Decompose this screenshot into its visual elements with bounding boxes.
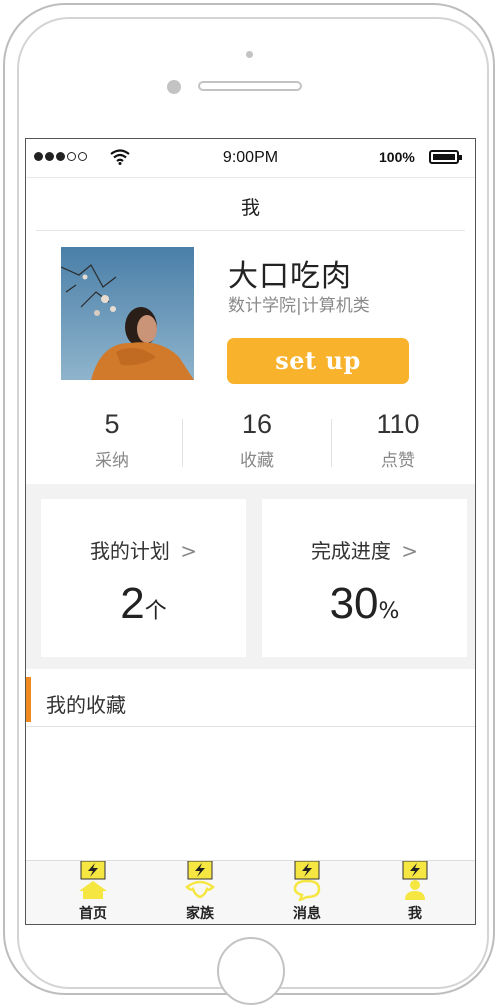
stat-value: 110	[376, 409, 420, 439]
card-title-text: 完成进度	[310, 539, 391, 563]
card-title: 我的计划 >	[41, 535, 246, 564]
tab-me[interactable]: 我	[383, 861, 447, 924]
status-bar: 9:00PM 100%	[26, 139, 475, 178]
battery-percent: 100%	[379, 149, 415, 165]
tab-label: 消息	[293, 906, 321, 922]
stat-favorites[interactable]: 16 收藏	[202, 409, 312, 471]
profile-name: 大口吃肉	[228, 259, 352, 294]
stat-label: 收藏	[240, 451, 274, 471]
tab-messages[interactable]: 消息	[275, 861, 339, 924]
card-value-number: 30	[329, 579, 379, 628]
proximity-sensor	[246, 51, 253, 58]
home-icon	[79, 861, 107, 899]
stat-label: 点赞	[381, 451, 415, 471]
card-value-number: 2	[120, 579, 145, 628]
tab-label: 我	[408, 906, 422, 922]
earpiece-speaker	[198, 81, 302, 91]
profile-department: 数计学院|计算机类	[228, 296, 370, 316]
home-button[interactable]	[217, 937, 285, 1005]
favorites-header[interactable]: 我的收藏	[26, 677, 475, 727]
tab-label: 家族	[186, 906, 214, 922]
favorites-accent-bar	[26, 677, 31, 722]
stat-likes[interactable]: 110 点赞	[343, 409, 453, 471]
avatar[interactable]	[61, 247, 194, 380]
me-icon	[402, 861, 428, 900]
setup-button[interactable]: set up	[227, 338, 409, 384]
family-icon	[185, 861, 215, 899]
tab-family[interactable]: 家族	[168, 861, 232, 924]
card-title: 完成进度 >	[262, 535, 467, 564]
chevron-right-icon: >	[401, 539, 419, 563]
stat-value: 5	[104, 409, 120, 439]
nav-divider	[36, 230, 465, 231]
battery-icon	[429, 150, 462, 164]
progress-card[interactable]: 完成进度 > 30%	[262, 499, 467, 657]
page-title: 我	[240, 197, 260, 219]
chevron-right-icon: >	[180, 539, 198, 563]
tab-label: 首页	[79, 906, 107, 922]
favorites-title: 我的收藏	[46, 693, 126, 717]
message-icon	[293, 861, 321, 901]
stat-value: 16	[241, 409, 273, 439]
screen: 9:00PM 100% 我 大口吃肉 数计学院|计算机类 set up 5 采纳…	[25, 138, 476, 925]
card-title-text: 我的计划	[89, 539, 170, 563]
tab-home[interactable]: 首页	[61, 861, 125, 924]
tab-bar: 首页 家族 消息 我	[26, 860, 475, 924]
my-plan-card[interactable]: 我的计划 > 2个	[41, 499, 246, 657]
stat-divider	[182, 419, 183, 467]
card-value-unit: %	[378, 599, 400, 624]
card-value: 2个	[41, 579, 246, 629]
card-value: 30%	[262, 579, 467, 629]
card-value-unit: 个	[144, 599, 167, 624]
stat-label: 采纳	[95, 451, 129, 471]
stat-divider	[331, 419, 332, 467]
stat-adopted[interactable]: 5 采纳	[57, 409, 167, 471]
front-camera	[167, 80, 181, 94]
